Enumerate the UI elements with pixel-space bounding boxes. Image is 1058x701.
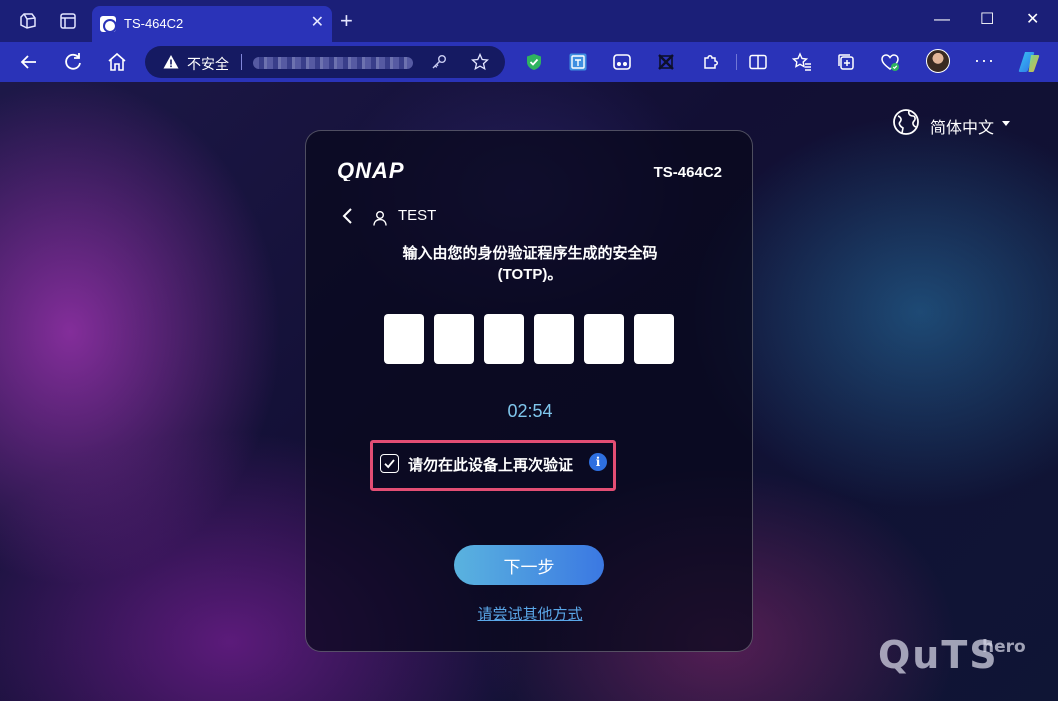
remember-device-highlight: 请勿在此设备上再次验证 i <box>370 440 616 491</box>
copilot-icon[interactable] <box>1016 49 1042 75</box>
key-icon[interactable] <box>431 54 447 70</box>
close-window-button[interactable]: ✕ <box>1026 12 1039 28</box>
instruction-line-2: (TOTP)。 <box>497 266 563 283</box>
shield-extension-icon[interactable] <box>524 52 544 72</box>
warning-icon[interactable] <box>163 54 179 70</box>
tab-close-icon[interactable]: ✕ <box>311 14 324 32</box>
info-icon[interactable]: i <box>589 453 607 471</box>
login-card: QNAP TS-464C2 TEST 输入由您的身份验证程序生成的安全码 (TO… <box>305 130 753 652</box>
profile-avatar[interactable] <box>926 49 950 73</box>
totp-instruction: 输入由您的身份验证程序生成的安全码 (TOTP)。 <box>330 243 730 285</box>
back-arrow-icon[interactable] <box>17 50 41 74</box>
new-tab-button[interactable]: + <box>340 10 353 32</box>
collections-icon[interactable] <box>836 52 856 72</box>
refresh-icon[interactable] <box>61 50 85 74</box>
tab-title: TS-464C2 <box>124 16 184 31</box>
try-other-method-link[interactable]: 请尝试其他方式 <box>306 603 754 624</box>
address-divider <box>241 54 242 70</box>
split-screen-icon[interactable] <box>748 52 768 72</box>
favorites-icon[interactable] <box>792 52 812 72</box>
caret-down-icon[interactable] <box>1002 121 1010 126</box>
more-menu-button[interactable]: ··· <box>974 50 995 71</box>
brand-main-text: QuTS <box>878 633 999 677</box>
totp-digit-5[interactable] <box>584 314 624 364</box>
device-model: TS-464C2 <box>653 164 722 181</box>
brand-sub-text: hero <box>982 637 1026 657</box>
extensions-puzzle-icon[interactable] <box>700 52 720 72</box>
maximize-button[interactable]: ☐ <box>980 12 994 28</box>
toolbar-divider <box>736 54 737 70</box>
totp-digit-6[interactable] <box>634 314 674 364</box>
browser-essentials-icon[interactable] <box>880 52 900 72</box>
instruction-line-1: 输入由您的身份验证程序生成的安全码 <box>402 245 658 262</box>
user-icon <box>373 211 387 226</box>
tracking-extension-icon[interactable] <box>612 52 632 72</box>
capture-extension-icon[interactable] <box>656 52 676 72</box>
browser-titlebar: TS-464C2 ✕ + — ☐ ✕ <box>0 0 1058 42</box>
username-label: TEST <box>398 207 437 224</box>
globe-icon <box>893 109 919 135</box>
qnap-favicon-icon <box>100 16 117 33</box>
page-viewport: 简体中文 QNAP TS-464C2 TEST 输入由您的身份验证程序生成的安全… <box>0 82 1058 701</box>
browser-tab-active[interactable]: TS-464C2 ✕ <box>92 6 332 42</box>
tab-actions-icon[interactable] <box>58 11 78 31</box>
remember-device-checkbox[interactable] <box>380 454 399 473</box>
totp-digit-4[interactable] <box>534 314 574 364</box>
home-icon[interactable] <box>105 50 129 74</box>
language-label[interactable]: 简体中文 <box>930 114 994 138</box>
totp-digit-2[interactable] <box>434 314 474 364</box>
qnap-logo: QNAP <box>337 161 405 181</box>
translate-extension-icon[interactable] <box>568 52 588 72</box>
quts-hero-brand: QuTS hero <box>878 633 1026 677</box>
back-chevron-icon[interactable] <box>340 207 356 225</box>
url-text-redacted[interactable] <box>253 57 413 69</box>
svg-text:QNAP: QNAP <box>337 161 405 181</box>
checkmark-icon <box>384 459 395 469</box>
minimize-button[interactable]: — <box>934 12 950 28</box>
remember-device-label[interactable]: 请勿在此设备上再次验证 <box>408 454 573 475</box>
next-button[interactable]: 下一步 <box>454 545 604 585</box>
security-status-label[interactable]: 不安全 <box>187 54 229 74</box>
totp-digit-1[interactable] <box>384 314 424 364</box>
workspaces-icon[interactable] <box>18 11 38 31</box>
totp-digit-3[interactable] <box>484 314 524 364</box>
countdown-timer: 02:54 <box>507 401 553 421</box>
favorite-star-icon[interactable] <box>471 53 489 71</box>
browser-toolbar: 不安全 ··· <box>0 42 1058 82</box>
address-bar[interactable]: 不安全 <box>145 46 505 78</box>
